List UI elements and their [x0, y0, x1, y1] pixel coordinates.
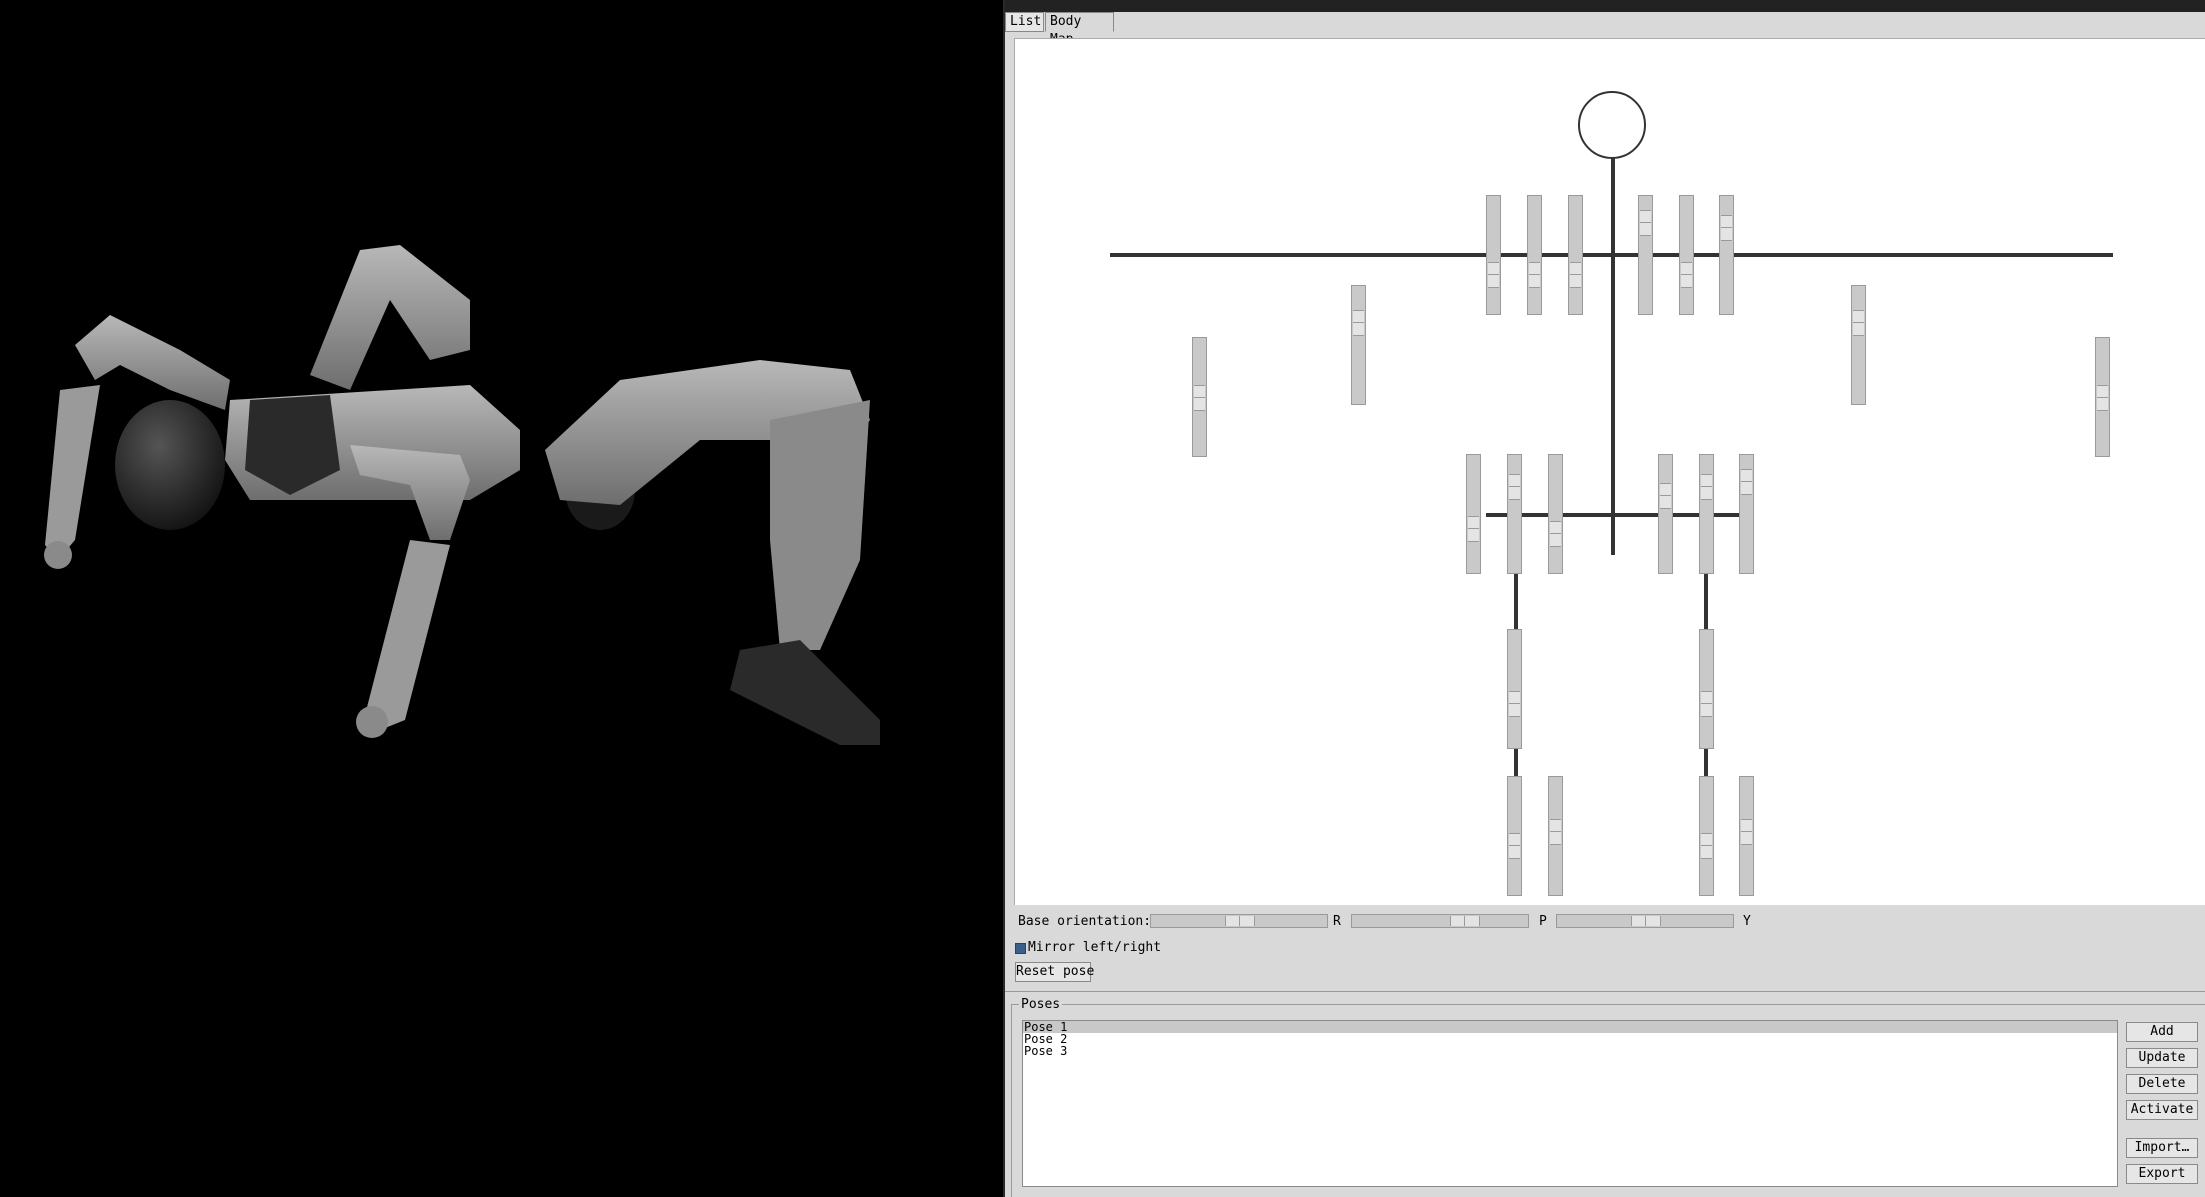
list-item[interactable]: Pose 3 [1023, 1045, 2117, 1057]
yaw-axis-label: Y [1743, 914, 1751, 929]
base-orientation-label: Base orientation: [1018, 914, 1152, 929]
list-item[interactable]: Pose 1 [1023, 1021, 2117, 1033]
joint-slider[interactable] [1466, 454, 1481, 574]
joint-slider[interactable] [1679, 195, 1694, 315]
joint-slider[interactable] [1699, 629, 1714, 749]
joint-slider[interactable] [2095, 337, 2110, 457]
delete-pose-button[interactable]: Delete [2126, 1074, 2198, 1094]
poses-list[interactable]: Pose 1 Pose 2 Pose 3 [1022, 1020, 2118, 1187]
tab-list[interactable]: List [1005, 12, 1044, 32]
joint-slider[interactable] [1568, 195, 1583, 315]
joint-slider[interactable] [1527, 195, 1542, 315]
section-divider [1005, 991, 2205, 992]
roll-axis-label: R [1333, 914, 1341, 929]
joint-slider[interactable] [1739, 776, 1754, 896]
import-poses-button[interactable]: Import… [2126, 1138, 2198, 1158]
reset-pose-button[interactable]: Reset pose [1015, 962, 1094, 982]
joint-slider[interactable] [1486, 195, 1501, 315]
joint-slider[interactable] [1719, 195, 1734, 315]
activate-pose-button[interactable]: Activate [2126, 1100, 2198, 1120]
tab-body-map[interactable]: Body Map [1045, 12, 1114, 47]
joint-slider[interactable] [1507, 629, 1522, 749]
joint-slider[interactable] [1507, 776, 1522, 896]
roll-slider[interactable] [1150, 914, 1328, 928]
joint-slider[interactable] [1699, 454, 1714, 574]
update-pose-button[interactable]: Update [2126, 1048, 2198, 1068]
robot-model[interactable] [0, 0, 1003, 1197]
3d-viewport[interactable] [0, 0, 1003, 1197]
joint-slider[interactable] [1507, 454, 1522, 574]
list-item[interactable]: Pose 2 [1023, 1033, 2117, 1045]
joint-slider[interactable] [1739, 454, 1754, 574]
joint-slider[interactable] [1638, 195, 1653, 315]
title-bar [1005, 0, 2205, 12]
spine-line [1611, 157, 1615, 555]
pitch-axis-label: P [1539, 914, 1547, 929]
joint-slider[interactable] [1192, 337, 1207, 457]
joint-slider[interactable] [1851, 285, 1866, 405]
joint-slider[interactable] [1548, 454, 1563, 574]
poses-title: Poses [1019, 997, 1063, 1013]
head-circle [1578, 91, 1646, 159]
add-pose-button[interactable]: Add [2126, 1022, 2198, 1042]
yaw-slider[interactable] [1556, 914, 1734, 928]
export-poses-button[interactable]: Export [2126, 1164, 2198, 1184]
body-map-canvas [1014, 38, 2205, 905]
joint-slider[interactable] [1351, 285, 1366, 405]
mirror-label: Mirror left/right [1028, 940, 1162, 955]
joint-slider[interactable] [1699, 776, 1714, 896]
joint-slider[interactable] [1658, 454, 1673, 574]
joint-slider[interactable] [1548, 776, 1563, 896]
pitch-slider[interactable] [1351, 914, 1529, 928]
mirror-checkbox[interactable] [1015, 943, 1026, 954]
